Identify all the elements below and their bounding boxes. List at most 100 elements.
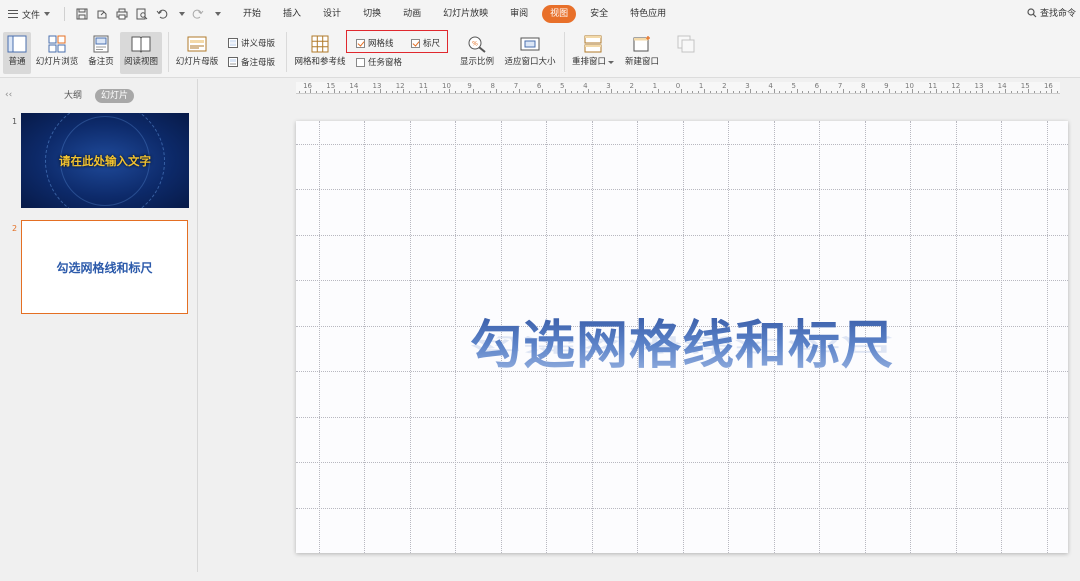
- grid-guides-button[interactable]: 网格和参考线: [290, 32, 350, 74]
- tab-home[interactable]: 开始: [235, 5, 269, 23]
- tab-outline[interactable]: 大纲: [58, 89, 88, 103]
- horizontal-ruler[interactable]: 16 15 14 13 12 11 10 9 8 7 6 5 4 3 2 1 0 1 2 3 4 5 6 7 8 9 10 11 12 1…: [296, 82, 1060, 94]
- command-search[interactable]: 查找命令: [1027, 6, 1076, 19]
- ruler-tick: [987, 91, 989, 93]
- notes-master-button[interactable]: 备注母版: [228, 56, 275, 68]
- divider: [168, 32, 169, 72]
- tab-security[interactable]: 安全: [582, 5, 616, 23]
- redo-icon[interactable]: [191, 7, 205, 21]
- ruler-tick: [565, 89, 567, 93]
- ruler-tick: [345, 91, 347, 93]
- ruler-tick: [322, 91, 324, 93]
- ribbon-tabs: 开始 插入 设计 切换 动画 幻灯片放映 审阅 视图 安全 特色应用: [235, 5, 680, 23]
- ruler-checkbox[interactable]: 标尺: [411, 37, 440, 49]
- normal-view-button[interactable]: 普通: [3, 32, 31, 74]
- tab-slideshow[interactable]: 幻灯片放映: [435, 5, 496, 23]
- slide-thumbnail-1[interactable]: 请在此处输入文字: [21, 113, 189, 208]
- ruler-tick: [744, 91, 746, 93]
- ruler-tick: [530, 91, 532, 93]
- ruler-tick: [536, 91, 538, 93]
- command-search-label: 查找命令: [1039, 9, 1076, 19]
- ruler-label: 6: [536, 82, 542, 90]
- ruler-tick: [594, 91, 596, 93]
- search-icon: [1027, 7, 1037, 17]
- ruler-tick: [432, 91, 433, 93]
- switch-window-button[interactable]: [672, 32, 700, 74]
- chevron-down-icon: [608, 61, 614, 64]
- ruler-tick: [773, 89, 775, 93]
- ruler-tick: [368, 91, 370, 93]
- arrange-windows-text: 重排窗口: [571, 57, 606, 67]
- file-menu[interactable]: 文件: [8, 0, 51, 28]
- reading-view-button[interactable]: 阅读视图: [120, 32, 162, 74]
- zoom-button[interactable]: % 显示比例: [456, 32, 498, 74]
- new-window-icon: [633, 36, 650, 52]
- tab-insert[interactable]: 插入: [275, 5, 309, 23]
- slide-sorter-label: 幻灯片浏览: [35, 57, 79, 67]
- tab-view[interactable]: 视图: [542, 5, 577, 23]
- customize-qa-icon[interactable]: [215, 12, 222, 16]
- task-pane-check-icon: [356, 57, 365, 67]
- ruler-tick: [895, 91, 897, 93]
- ruler-tick: [501, 91, 503, 93]
- undo-dropdown-icon[interactable]: [179, 12, 186, 16]
- ruler-tick: [981, 89, 983, 93]
- print-icon[interactable]: [115, 7, 129, 21]
- tab-review[interactable]: 审阅: [502, 5, 536, 23]
- notes-page-button[interactable]: 备注页: [84, 32, 118, 74]
- task-pane-checkbox[interactable]: 任务窗格: [356, 56, 402, 68]
- undo-icon[interactable]: [155, 7, 169, 21]
- tab-transitions[interactable]: 切换: [355, 5, 389, 23]
- slide-thumbnail-2[interactable]: 勾选网格线和标尺: [21, 220, 188, 314]
- ruler-label: 9: [884, 82, 889, 90]
- export-icon[interactable]: [95, 7, 109, 21]
- ruler-tick: [814, 91, 815, 93]
- ruler-tick: [478, 91, 480, 93]
- tab-animations[interactable]: 动画: [395, 5, 429, 23]
- slide-sorter-button[interactable]: 幻灯片浏览: [34, 32, 80, 74]
- print-preview-icon[interactable]: [135, 7, 149, 21]
- ruler-tick: [437, 91, 439, 93]
- arrange-windows-button[interactable]: 重排窗口: [568, 32, 618, 74]
- ruler-tick: [646, 91, 648, 93]
- ruler-tick: [825, 91, 827, 93]
- slide-canvas[interactable]: 勾选网格线和标尺 勾选网格线和标尺: [296, 121, 1068, 553]
- ruler-tick: [663, 91, 665, 93]
- ruler-tick: [397, 91, 399, 93]
- svg-text:%: %: [472, 41, 478, 48]
- ruler-tick: [889, 89, 891, 93]
- switch-window-icon: [677, 35, 695, 53]
- gridlines-checkbox[interactable]: 网格线: [356, 37, 394, 49]
- fit-window-label: 适应窗口大小: [504, 57, 556, 67]
- ruler-label: 9: [467, 82, 472, 90]
- ruler-tick: [675, 91, 677, 93]
- ruler-tick: [802, 91, 804, 93]
- ruler-tick: [709, 91, 711, 93]
- slide-master-label: 幻灯片母版: [175, 57, 219, 67]
- ruler-tick: [1051, 89, 1053, 93]
- ruler-check-icon: [411, 38, 420, 48]
- handout-master-icon: [228, 38, 238, 48]
- slide-master-button[interactable]: 幻灯片母版: [172, 32, 222, 74]
- save-icon[interactable]: [75, 7, 89, 21]
- ruler-tick: [964, 91, 966, 93]
- file-menu-label: 文件: [22, 10, 41, 21]
- fit-window-button[interactable]: 适应窗口大小: [502, 32, 558, 74]
- slide-title[interactable]: 勾选网格线和标尺: [296, 303, 1068, 378]
- ruler-tick: [785, 91, 787, 93]
- ruler-tick: [316, 91, 318, 93]
- handout-master-button[interactable]: 讲义母版: [228, 37, 275, 49]
- ruler-tick: [455, 91, 457, 93]
- tab-slides[interactable]: 幻灯片: [95, 89, 135, 103]
- ruler-tick: [576, 91, 578, 93]
- ruler-tick: [524, 91, 526, 93]
- ruler-tick: [339, 91, 341, 93]
- ruler-tick: [912, 89, 914, 93]
- new-window-button[interactable]: 新建窗口: [620, 32, 664, 74]
- tab-special-apps[interactable]: 特色应用: [622, 5, 674, 23]
- tab-design[interactable]: 设计: [315, 5, 349, 23]
- ruler-label: 2: [629, 82, 634, 90]
- collapse-panel-icon[interactable]: ‹‹: [5, 90, 12, 100]
- ruler-label: 4: [583, 82, 588, 90]
- ruler-tick: [611, 89, 613, 93]
